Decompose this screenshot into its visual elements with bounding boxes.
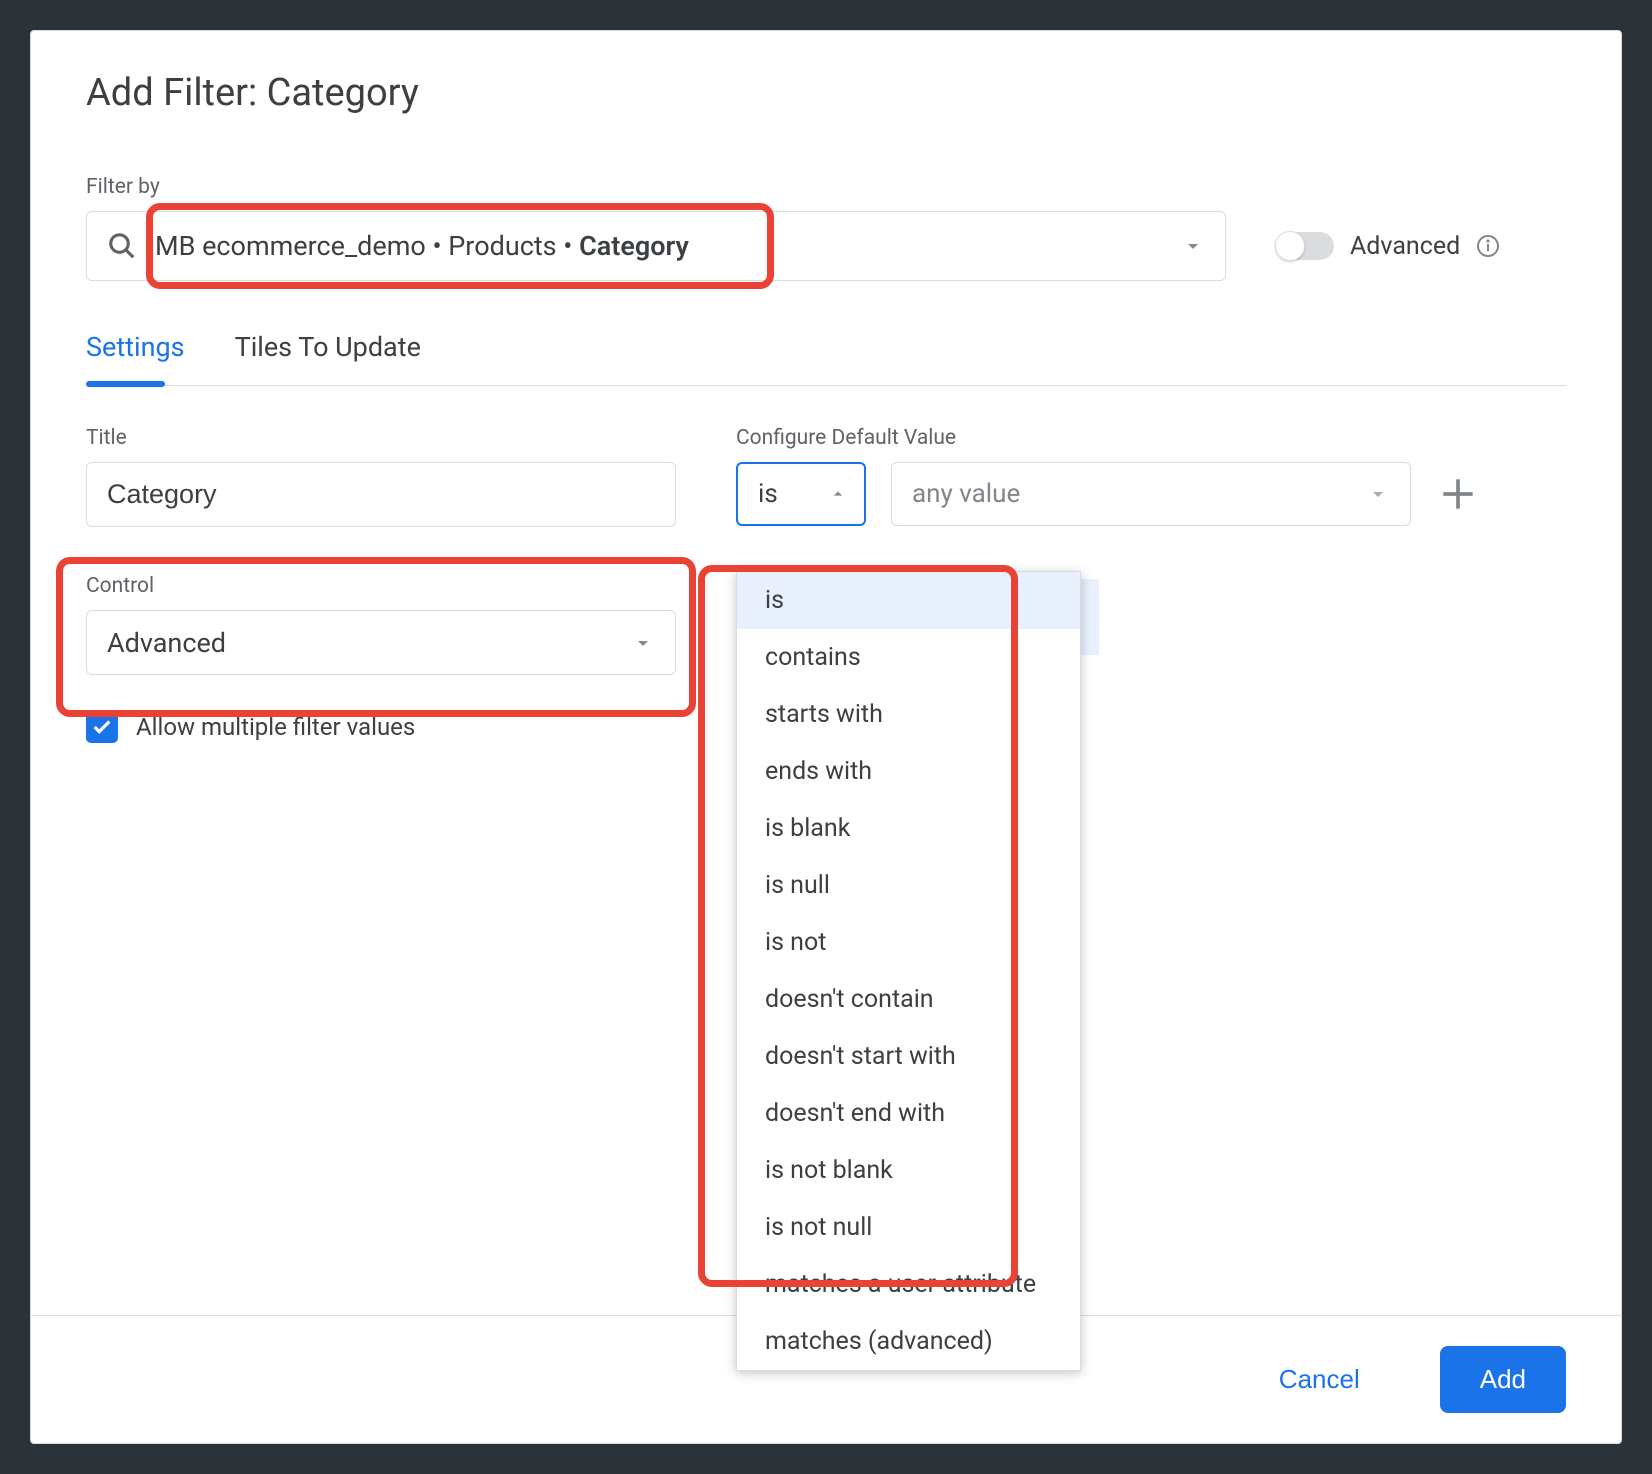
allow-multiple-checkbox[interactable]	[86, 711, 118, 743]
operator-option[interactable]: is not blank	[737, 1142, 1080, 1199]
filter-by-path-prefix: MB ecommerce_demo • Products •	[155, 230, 579, 262]
operator-option[interactable]: ends with	[737, 743, 1080, 800]
allow-multiple-label: Allow multiple filter values	[136, 713, 415, 741]
filter-by-select[interactable]: MB ecommerce_demo • Products • Category	[86, 211, 1226, 281]
operator-value: is	[758, 479, 778, 509]
info-icon[interactable]	[1476, 234, 1500, 258]
operator-select[interactable]: is	[736, 462, 866, 526]
allow-multiple-row: Allow multiple filter values	[86, 711, 676, 743]
filter-by-label: Filter by	[86, 175, 1566, 199]
cancel-button[interactable]: Cancel	[1239, 1346, 1400, 1413]
advanced-toggle[interactable]	[1276, 232, 1334, 260]
chevron-down-icon	[631, 631, 655, 655]
filter-by-row: MB ecommerce_demo • Products • Category …	[86, 211, 1566, 281]
control-select[interactable]: Advanced	[86, 610, 676, 675]
value-select[interactable]: any value	[891, 462, 1411, 526]
settings-left-column: Title Control Advanced	[86, 426, 676, 743]
toggle-knob	[1275, 231, 1305, 261]
operator-dropdown: iscontainsstarts withends withis blankis…	[736, 571, 1081, 1371]
caret-up-icon	[828, 484, 848, 504]
title-input[interactable]	[86, 462, 676, 527]
operator-option[interactable]: is	[737, 572, 1080, 629]
operator-option[interactable]: starts with	[737, 686, 1080, 743]
operator-option[interactable]: contains	[737, 629, 1080, 686]
control-value: Advanced	[107, 627, 226, 659]
operator-option[interactable]: matches a user attribute	[737, 1256, 1080, 1313]
configure-default-row: is any value	[736, 462, 1566, 526]
advanced-toggle-label: Advanced	[1350, 232, 1460, 261]
operator-option[interactable]: is not	[737, 914, 1080, 971]
dialog-header: Add Filter: Category	[31, 31, 1621, 115]
filter-by-path-field: Category	[579, 230, 689, 262]
operator-option[interactable]: is null	[737, 857, 1080, 914]
add-condition-button[interactable]	[1436, 472, 1480, 516]
add-filter-dialog: Add Filter: Category Filter by MB ecomme…	[30, 30, 1622, 1444]
control-block: Control Advanced	[86, 567, 676, 675]
operator-option[interactable]: is blank	[737, 800, 1080, 857]
configure-default-label: Configure Default Value	[736, 426, 1566, 450]
advanced-toggle-wrap: Advanced	[1276, 232, 1500, 261]
title-label: Title	[86, 426, 676, 450]
operator-option[interactable]: matches (advanced)	[737, 1313, 1080, 1370]
dialog-title: Add Filter: Category	[86, 71, 1566, 115]
tab-tiles-to-update[interactable]: Tiles To Update	[235, 331, 421, 385]
add-button[interactable]: Add	[1440, 1346, 1566, 1413]
filter-by-path: MB ecommerce_demo • Products • Category	[155, 230, 1181, 262]
operator-option[interactable]: doesn't contain	[737, 971, 1080, 1028]
search-icon	[107, 231, 137, 261]
chevron-down-icon	[1181, 234, 1205, 258]
control-label: Control	[86, 574, 676, 598]
operator-option[interactable]: doesn't start with	[737, 1028, 1080, 1085]
value-placeholder: any value	[912, 479, 1020, 509]
operator-option[interactable]: doesn't end with	[737, 1085, 1080, 1142]
chevron-down-icon	[1366, 482, 1390, 506]
tab-settings[interactable]: Settings	[86, 331, 185, 385]
filter-by-input-wrap: MB ecommerce_demo • Products • Category	[86, 211, 1226, 281]
operator-option[interactable]: is not null	[737, 1199, 1080, 1256]
tabs: Settings Tiles To Update	[86, 331, 1566, 386]
